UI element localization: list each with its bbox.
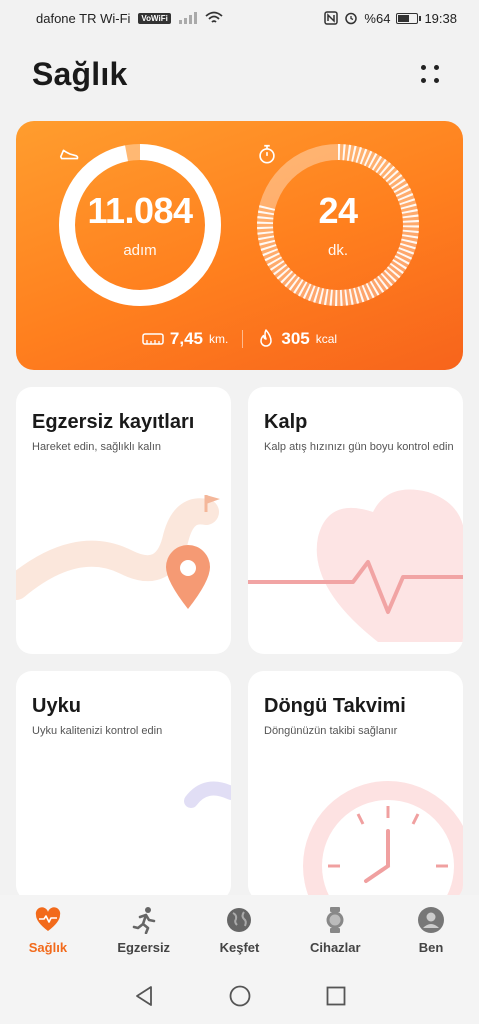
recents-icon	[326, 986, 345, 1006]
tab-me-label: Ben	[418, 940, 444, 955]
calories-unit: kcal	[315, 332, 338, 346]
tab-me[interactable]: Ben	[383, 895, 479, 968]
tab-exercise-label: Egzersiz	[117, 940, 171, 955]
stopwatch-icon	[259, 144, 275, 164]
tab-devices-label: Cihazlar	[310, 940, 361, 955]
cycle-card-title: Döngü Takvimi	[264, 695, 406, 717]
cycle-card-subtitle: Döngünüzün takibi sağlanır	[264, 725, 398, 737]
clock: 19:38	[424, 10, 457, 26]
heart-card-title: Kalp	[264, 411, 308, 433]
heart-pulse-icon	[35, 907, 61, 931]
more-options-button[interactable]	[414, 58, 446, 90]
cycle-calendar-card[interactable]: Döngü Takvimi Döngünüzün takibi sağlanır	[248, 671, 463, 901]
heart-card[interactable]: Kalp Kalp atış hızınızı gün boyu kontrol…	[248, 387, 463, 654]
distance-value: 7,45	[169, 329, 204, 348]
battery-percent: %64	[364, 10, 391, 26]
exercise-records-card[interactable]: Egzersiz kayıtları Hareket edin, sağlıkl…	[16, 387, 231, 654]
carrier-label: dafone TR Wi-Fi	[36, 10, 131, 26]
sleep-card[interactable]: Uyku Uyku kalitenizi kontrol edin	[16, 671, 231, 901]
nfc-icon	[324, 11, 339, 25]
user-icon	[418, 907, 445, 933]
tab-exercise[interactable]: Egzersiz	[96, 895, 192, 968]
stats-divider	[242, 330, 244, 348]
watch-icon	[326, 907, 344, 933]
page-title: Sağlık	[32, 56, 128, 92]
home-button[interactable]	[228, 984, 252, 1008]
tab-discover[interactable]: Keşfet	[192, 895, 288, 968]
back-icon	[135, 986, 152, 1006]
home-icon	[229, 985, 250, 1007]
distance-stat: 7,45 km.	[142, 329, 228, 349]
shoe-icon	[59, 149, 79, 160]
exercise-card-subtitle: Hareket edin, sağlıklı kalın	[32, 441, 162, 453]
sleep-card-title: Uyku	[32, 695, 81, 717]
alarm-icon	[345, 12, 358, 25]
calories-stat: 305 kcal	[257, 329, 337, 349]
flame-icon	[260, 329, 273, 347]
exercise-card-title: Egzersiz kayıtları	[32, 411, 195, 433]
system-nav-bar	[0, 968, 479, 1024]
activity-summary-card[interactable]: 11.084 adım 24 dk. 7,45 km. 305 kcal	[16, 121, 463, 370]
bottom-tab-bar: Sağlık Egzersiz Keşfet Cihazlar Ben	[0, 895, 479, 968]
active-time-ring: 24 dk.	[256, 143, 420, 307]
sleep-card-subtitle: Uyku kalitenizi kontrol edin	[32, 725, 163, 737]
distance-unit: km.	[209, 332, 229, 346]
calories-value: 305	[281, 329, 310, 348]
tab-health-label: Sağlık	[28, 940, 68, 955]
heart-card-subtitle: Kalp atış hızınızı gün boyu kontrol edin	[264, 441, 454, 453]
activity-stats-row: 7,45 km. 305 kcal	[16, 329, 463, 349]
status-bar: dafone TR Wi-Fi VoWiFi %64 19:38	[0, 0, 479, 36]
steps-unit: adım	[123, 241, 157, 259]
running-icon	[132, 907, 155, 934]
vowifi-badge: VoWiFi	[138, 12, 171, 24]
steps-ring: 11.084 adım	[58, 143, 222, 307]
active-time-value: 24	[318, 189, 358, 231]
globe-icon	[227, 908, 252, 932]
tab-devices[interactable]: Cihazlar	[287, 895, 383, 968]
battery-icon	[396, 12, 422, 24]
wifi-icon	[205, 11, 223, 23]
active-time-unit: dk.	[327, 241, 348, 259]
signal-icon	[178, 12, 197, 24]
ruler-icon	[142, 333, 164, 345]
tab-health[interactable]: Sağlık	[0, 895, 96, 968]
steps-value: 11.084	[87, 189, 193, 231]
recents-button[interactable]	[324, 984, 348, 1008]
tab-discover-label: Keşfet	[219, 940, 260, 955]
back-button[interactable]	[132, 984, 156, 1008]
